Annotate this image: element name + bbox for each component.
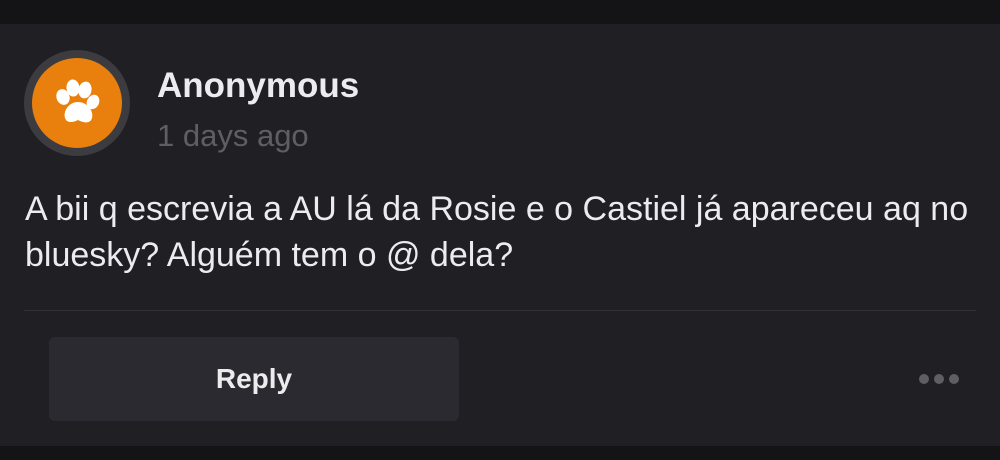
post-body: A bii q escrevia a AU lá da Rosie e o Ca… [25, 190, 969, 274]
comment-card: Anonymous 1 days ago A bii q escrevia a … [0, 24, 1000, 446]
divider [24, 310, 976, 311]
paw-icon [56, 79, 100, 123]
avatar-background [32, 58, 122, 148]
reply-button[interactable]: Reply [49, 337, 459, 421]
avatar[interactable] [24, 50, 130, 156]
more-horizontal-icon[interactable] [914, 364, 964, 394]
post-timestamp: 1 days ago [157, 118, 309, 153]
top-separator [0, 0, 1000, 24]
bottom-separator [0, 446, 1000, 460]
author-name[interactable]: Anonymous [157, 64, 359, 108]
